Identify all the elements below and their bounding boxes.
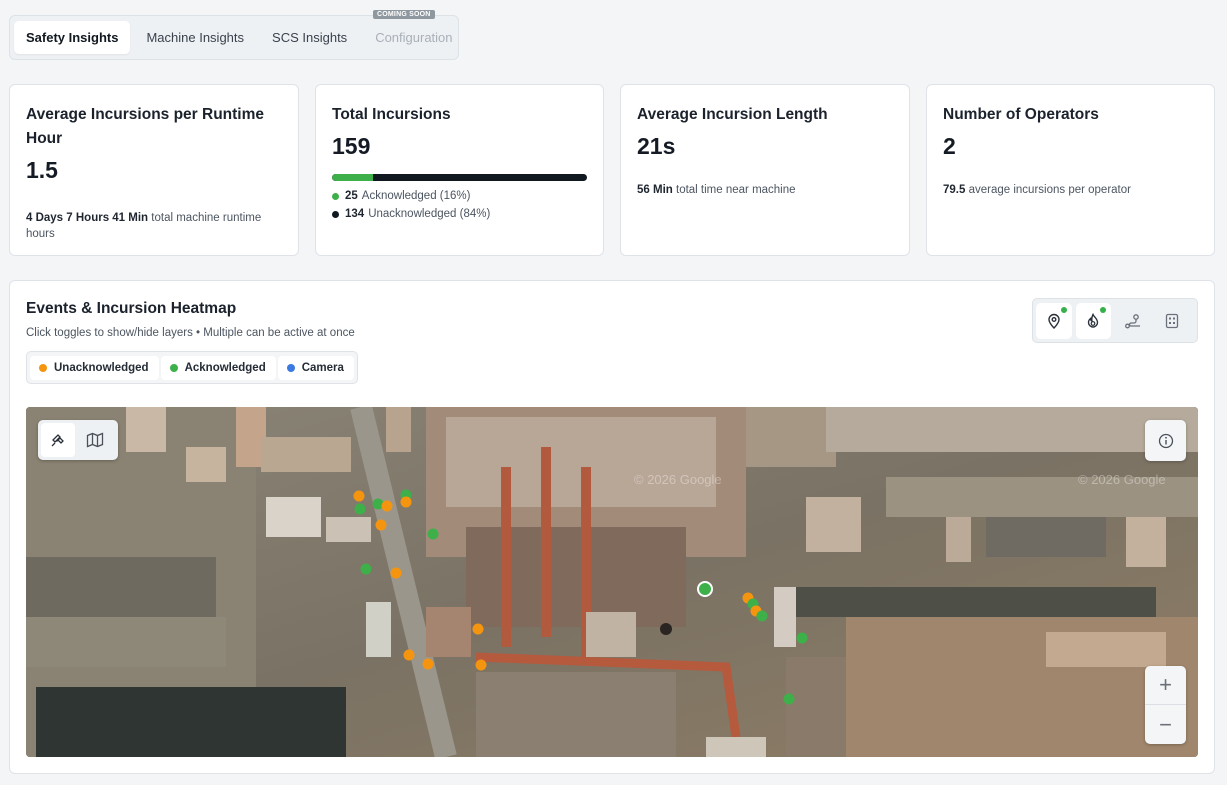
heatmap-panel: Events & Incursion Heatmap Click toggles…: [9, 280, 1215, 774]
heatmap-subtitle: Click toggles to show/hide layers • Mult…: [26, 327, 355, 339]
avg-per-operator: 79.5: [943, 184, 966, 196]
unacknowledged-marker[interactable]: [422, 658, 434, 670]
unacknowledged-marker[interactable]: [353, 490, 365, 502]
card-value: 1.5: [26, 157, 58, 183]
legend-chips: Unacknowledged Acknowledged Camera: [26, 351, 358, 384]
satellite-view-button[interactable]: [41, 423, 75, 457]
runtime-duration: 4 Days 7 Hours 41 Min: [26, 212, 149, 224]
layer-toggle-group: [1032, 298, 1198, 343]
grid-icon: [1166, 313, 1179, 328]
card-value: 2: [943, 133, 956, 159]
unacknowledged-marker[interactable]: [390, 567, 402, 579]
acknowledged-row: 25 Acknowledged (16%): [332, 190, 587, 202]
tab-scs-insights[interactable]: SCS Insights: [260, 21, 359, 54]
avg-per-operator-label: average incursions per operator: [968, 184, 1131, 196]
tab-configuration: Configuration: [375, 30, 453, 45]
active-badge: [1100, 306, 1106, 313]
map-type-toggle: [38, 420, 118, 460]
card-value: 159: [332, 133, 371, 159]
unacknowledged-row: 134 Unacknowledged (84%): [332, 208, 587, 220]
map-view-button[interactable]: [78, 423, 112, 457]
unacknowledged-marker[interactable]: [472, 623, 484, 635]
location-pin-icon: [1048, 313, 1060, 329]
operators-card: Number of Operators 2 79.5 average incur…: [926, 84, 1215, 256]
coming-soon-badge: COMING SOON: [373, 10, 435, 19]
acknowledged-progress-fill: [332, 174, 373, 181]
zoom-out-button[interactable]: −: [1145, 705, 1186, 744]
chip-label: Acknowledged: [184, 361, 266, 374]
toggle-route-layer[interactable]: [1115, 303, 1151, 339]
card-subtext: 79.5 average incursions per operator: [943, 182, 1198, 198]
unacknowledged-dot: [332, 210, 339, 218]
card-title: Total Incursions: [332, 106, 451, 123]
map-info-button[interactable]: [1145, 420, 1186, 461]
toggle-grid-layer[interactable]: [1155, 303, 1191, 339]
acknowledged-marker[interactable]: [427, 528, 439, 540]
total-incursions-card: Total Incursions 159 25 Acknowledged (16…: [315, 84, 604, 256]
time-near-machine: 56 Min: [637, 184, 673, 196]
card-title: Average Incursion Length: [637, 106, 828, 123]
chip-label: Unacknowledged: [54, 361, 149, 374]
insights-tab-bar: Safety Insights Machine Insights SCS Ins…: [9, 15, 459, 60]
tab-safety-insights[interactable]: Safety Insights: [14, 21, 131, 54]
acknowledged-marker[interactable]: [783, 693, 795, 705]
chip-camera[interactable]: Camera: [277, 355, 354, 380]
toggle-heat-layer[interactable]: [1075, 302, 1111, 339]
camera-dot: [286, 363, 295, 372]
card-subtext: 4 Days 7 Hours 41 Min total machine runt…: [26, 210, 282, 242]
card-subtext: 56 Min total time near machine: [637, 182, 893, 198]
acknowledged-progress-bar: [332, 174, 587, 181]
unacknowledged-marker[interactable]: [375, 519, 387, 531]
satellite-map[interactable]: © 2026 Google © 2026 Google + −: [26, 407, 1198, 757]
satellite-icon: [51, 434, 64, 447]
card-title: Average Incursions per Runtime Hour: [26, 106, 265, 147]
avg-incursion-length-card: Average Incursion Length 21s 56 Min tota…: [620, 84, 910, 256]
incursion-markers: [353, 489, 808, 705]
unacknowledged-label: Unacknowledged (84%): [368, 208, 491, 220]
info-icon: [1158, 433, 1173, 448]
acknowledged-marker[interactable]: [796, 632, 808, 644]
map-icon: [86, 432, 104, 448]
unacknowledged-marker[interactable]: [381, 500, 393, 512]
zoom-controls: + −: [1145, 666, 1186, 744]
selected-acknowledged-marker[interactable]: [697, 581, 713, 597]
acknowledged-marker[interactable]: [756, 610, 768, 622]
card-title: Number of Operators: [943, 106, 1099, 123]
heatmap-title: Events & Incursion Heatmap: [26, 300, 237, 317]
acknowledged-label: Acknowledged (16%): [361, 190, 471, 202]
card-value: 21s: [637, 133, 676, 159]
acknowledged-dot: [332, 192, 339, 200]
unacknowledged-marker[interactable]: [403, 649, 415, 661]
route-icon: [1124, 313, 1140, 328]
chip-acknowledged[interactable]: Acknowledged: [160, 355, 276, 380]
acknowledged-marker[interactable]: [360, 563, 372, 575]
unacknowledged-marker[interactable]: [400, 496, 412, 508]
unacknowledged-marker[interactable]: [475, 659, 487, 671]
chip-unacknowledged[interactable]: Unacknowledged: [30, 355, 159, 380]
acknowledged-dot: [169, 363, 178, 372]
acknowledged-count: 25: [345, 190, 358, 202]
toggle-events-layer[interactable]: [1036, 302, 1072, 339]
unacknowledged-count: 134: [345, 208, 365, 220]
chip-label: Camera: [301, 361, 344, 374]
time-near-machine-label: total time near machine: [676, 184, 796, 196]
heat-icon: [1088, 312, 1099, 328]
zoom-in-button[interactable]: +: [1145, 666, 1186, 705]
acknowledged-marker[interactable]: [354, 503, 366, 515]
avg-incursions-card: Average Incursions per Runtime Hour 1.5 …: [9, 84, 299, 256]
active-badge: [1060, 306, 1067, 313]
tab-machine-insights[interactable]: Machine Insights: [134, 21, 256, 54]
unacknowledged-dot: [39, 363, 47, 372]
